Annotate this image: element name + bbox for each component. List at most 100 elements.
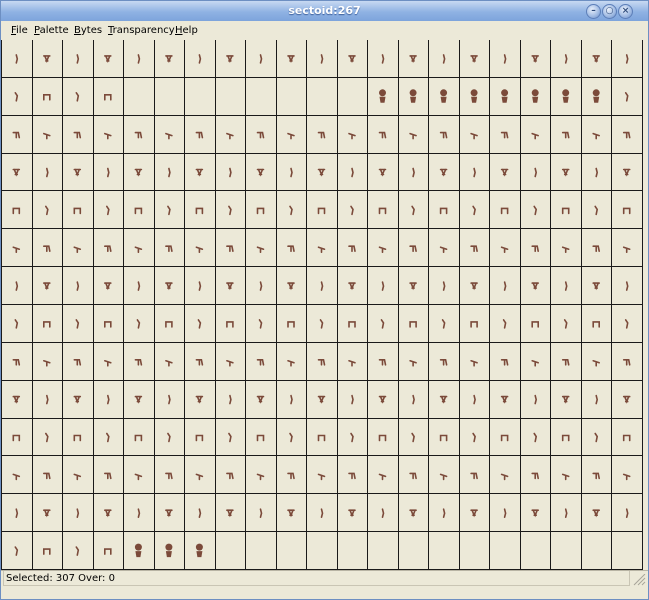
sprite-cell[interactable] xyxy=(320,281,324,291)
sprite-cell[interactable] xyxy=(351,167,354,178)
sprite-cell[interactable] xyxy=(134,473,143,481)
sprite-cell[interactable] xyxy=(561,473,570,481)
sprite-cell[interactable] xyxy=(287,472,295,480)
sprite-cell[interactable] xyxy=(439,434,448,442)
sprite-cell[interactable] xyxy=(470,472,478,480)
sprite-cell[interactable] xyxy=(73,434,82,442)
sprite-cell[interactable] xyxy=(439,246,448,253)
sprite-cell[interactable] xyxy=(592,321,601,328)
sprite-cell[interactable] xyxy=(534,167,538,178)
sprite-cell[interactable] xyxy=(439,395,448,404)
sprite-cell[interactable] xyxy=(134,131,143,139)
sprite-cell[interactable] xyxy=(564,54,568,64)
sprite-cell[interactable] xyxy=(622,131,631,139)
sprite-cell[interactable] xyxy=(165,359,173,367)
sprite-cell[interactable] xyxy=(531,359,540,367)
sprite-cell[interactable] xyxy=(594,432,599,443)
sprite-cell[interactable] xyxy=(287,359,295,367)
sprite-cell[interactable] xyxy=(226,359,234,367)
sprite-cell[interactable] xyxy=(12,395,21,404)
sprite-cell[interactable] xyxy=(409,509,417,518)
sprite-cell[interactable] xyxy=(104,321,112,328)
title-bar[interactable]: sectoid:267 – ○ × xyxy=(1,1,648,21)
sprite-cell[interactable] xyxy=(500,473,509,481)
sprite-cell[interactable] xyxy=(622,246,631,253)
menu-bytes[interactable]: Bytes xyxy=(74,25,102,36)
sprite-cell[interactable] xyxy=(42,359,51,367)
sprite-cell[interactable] xyxy=(73,168,82,177)
sprite-cell[interactable] xyxy=(622,358,631,366)
sprite-cell[interactable] xyxy=(134,358,143,366)
sprite-cell[interactable] xyxy=(470,245,478,252)
sprite-cell[interactable] xyxy=(531,55,540,64)
sprite-cell[interactable] xyxy=(534,394,538,405)
sprite-cell[interactable] xyxy=(561,168,570,177)
sprite-cell[interactable] xyxy=(378,168,387,177)
sprite-cell[interactable] xyxy=(531,321,540,328)
sprite-cell[interactable] xyxy=(42,132,51,140)
sprite-cell[interactable] xyxy=(592,89,600,103)
sprite-cell[interactable] xyxy=(531,89,539,103)
sprite-cell[interactable] xyxy=(226,321,234,328)
sprite-cell[interactable] xyxy=(104,282,112,291)
sprite-cell[interactable] xyxy=(104,472,112,480)
sprite-cell[interactable] xyxy=(165,472,173,480)
sprite-cell[interactable] xyxy=(500,207,509,215)
sprite-cell[interactable] xyxy=(470,359,478,367)
sprite-cell[interactable] xyxy=(409,89,417,103)
sprite-cell[interactable] xyxy=(73,395,82,404)
sprite-cell[interactable] xyxy=(378,434,387,442)
sprite-cell[interactable] xyxy=(256,131,265,139)
sprite-cell[interactable] xyxy=(592,472,601,480)
sprite-cell[interactable] xyxy=(380,319,385,329)
sprite-cell[interactable] xyxy=(14,319,19,329)
sprite-cell[interactable] xyxy=(470,55,478,64)
sprite-cell[interactable] xyxy=(625,54,629,64)
sprite-cell[interactable] xyxy=(107,394,110,405)
sprite-cell[interactable] xyxy=(256,395,265,404)
sprite-cell[interactable] xyxy=(470,89,478,103)
sprite-cell[interactable] xyxy=(381,54,385,64)
sprite-cell[interactable] xyxy=(500,395,509,404)
sprite-cell[interactable] xyxy=(15,54,19,64)
sprite-cell[interactable] xyxy=(470,509,478,518)
sprite-cell[interactable] xyxy=(137,54,141,64)
sprite-cell[interactable] xyxy=(137,508,141,519)
sprite-cell[interactable] xyxy=(167,432,171,443)
sprite-cell[interactable] xyxy=(503,54,507,64)
sprite-cell[interactable] xyxy=(256,434,265,442)
sprite-cell[interactable] xyxy=(561,395,570,404)
sprite-cell[interactable] xyxy=(563,319,568,329)
sprite-cell[interactable] xyxy=(75,319,80,329)
sprite-cell[interactable] xyxy=(259,508,263,519)
close-button[interactable]: × xyxy=(618,4,633,19)
sprite-cell[interactable] xyxy=(228,432,232,443)
sprite-cell[interactable] xyxy=(42,548,51,555)
sprite-cell[interactable] xyxy=(12,207,21,215)
sprite-cell[interactable] xyxy=(622,434,631,442)
sprite-cell[interactable] xyxy=(624,91,629,102)
sprite-cell[interactable] xyxy=(472,205,476,216)
sprite-cell[interactable] xyxy=(226,55,234,64)
sprite-cell[interactable] xyxy=(381,508,385,519)
sprite-cell[interactable] xyxy=(473,167,476,178)
sprite-cell[interactable] xyxy=(44,205,49,216)
sprite-cell[interactable] xyxy=(137,281,141,291)
menu-help[interactable]: Help xyxy=(175,25,198,36)
sprite-cell[interactable] xyxy=(165,321,173,328)
sprite-cell[interactable] xyxy=(348,472,356,480)
sprite-cell[interactable] xyxy=(195,207,204,215)
sprite-cell[interactable] xyxy=(165,55,173,64)
sprite-cell[interactable] xyxy=(500,434,509,442)
sprite-cell[interactable] xyxy=(75,91,80,102)
sprite-cell[interactable] xyxy=(287,282,295,291)
sprite-cell[interactable] xyxy=(12,358,21,366)
sprite-cell[interactable] xyxy=(198,54,202,64)
menu-file[interactable]: File xyxy=(11,25,28,36)
sprite-cell[interactable] xyxy=(561,131,570,139)
sprite-cell[interactable] xyxy=(348,245,356,252)
sprite-cell[interactable] xyxy=(439,168,448,177)
sprite-cell[interactable] xyxy=(165,509,173,518)
sprite-cell[interactable] xyxy=(256,168,265,177)
sprite-cell[interactable] xyxy=(533,205,538,216)
